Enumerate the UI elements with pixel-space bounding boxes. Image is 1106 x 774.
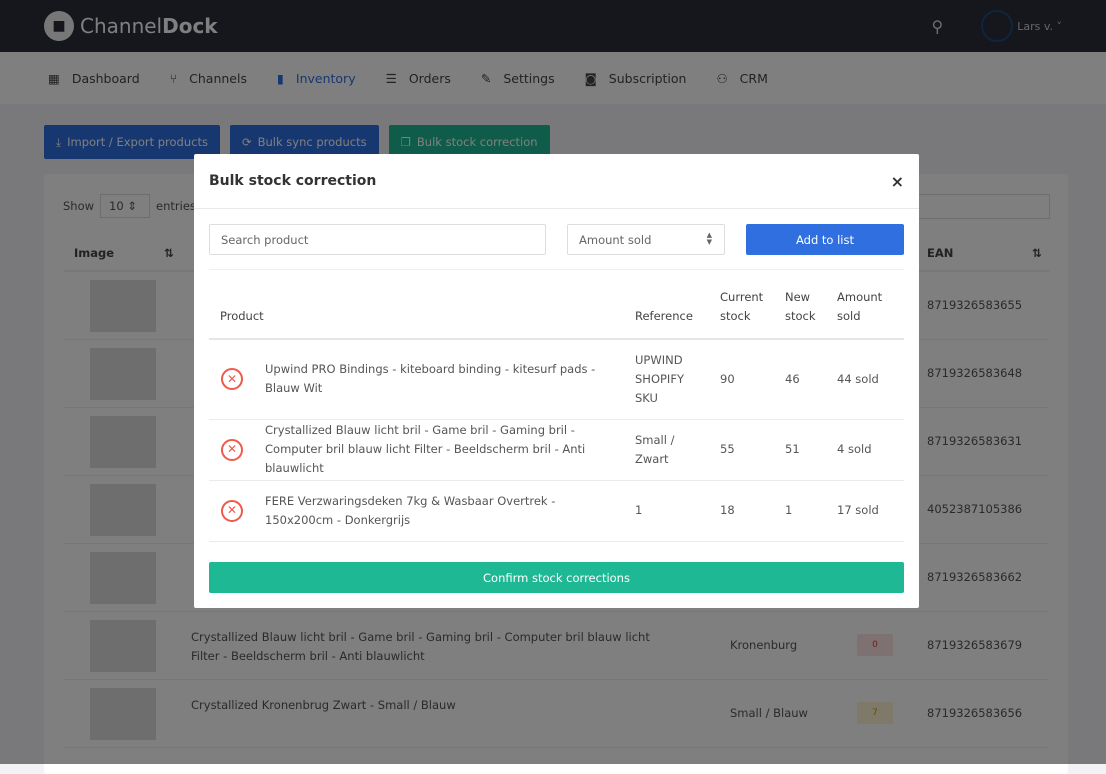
confirm-stock-corrections-button[interactable]: Confirm stock corrections [209, 562, 904, 593]
correction-row: ✕ Crystallized Blauw licht bril - Game br… [209, 419, 904, 481]
divider [209, 269, 904, 270]
remove-icon[interactable]: ✕ [221, 368, 243, 391]
bulk-stock-correction-modal: Bulk stock correction × Amount sold▲▼ Add… [194, 154, 919, 608]
corrections-table: Product Reference Current stock New stoc… [209, 288, 904, 542]
remove-icon[interactable]: ✕ [221, 499, 243, 522]
modal-title: Bulk stock correction [209, 173, 377, 189]
search-product-input[interactable] [209, 224, 546, 255]
spinner-icon[interactable]: ▲ ▼ [707, 232, 712, 246]
correction-row: ✕ Upwind PRO Bindings - kiteboard binding… [209, 339, 904, 420]
add-to-list-button[interactable]: Add to list [746, 224, 904, 255]
remove-icon[interactable]: ✕ [221, 438, 243, 461]
amount-sold-input[interactable]: Amount sold ▲ ▼ [567, 224, 725, 255]
correction-row: ✕ FERE Verzwaringsdeken 7kg & Wasbaar Ove… [209, 480, 904, 542]
close-icon[interactable]: × [891, 172, 904, 191]
